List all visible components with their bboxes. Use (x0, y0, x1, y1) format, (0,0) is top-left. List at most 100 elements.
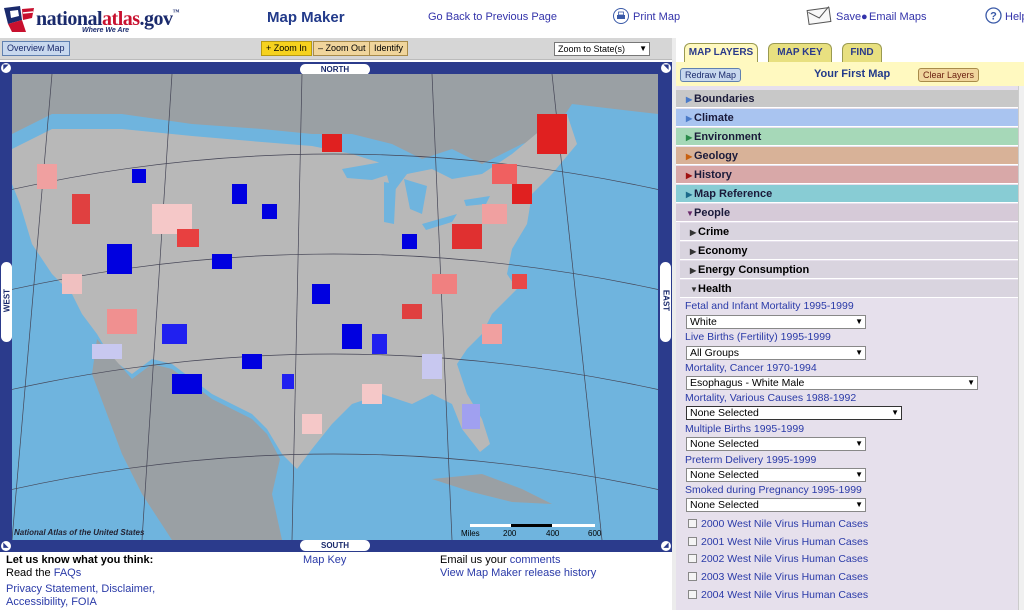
help-link[interactable]: Help (1005, 11, 1024, 23)
select-value: White (690, 316, 717, 328)
redraw-map-button[interactable]: Redraw Map (680, 68, 742, 82)
preterm-delivery-select[interactable]: None Selected ▼ (686, 468, 866, 482)
email-maps-link[interactable]: Email Maps (869, 11, 926, 23)
subcategory-crime[interactable]: ▶ Crime (680, 223, 1018, 241)
panel-scrollbar[interactable] (1018, 86, 1024, 610)
select-value: None Selected (690, 499, 759, 511)
checkbox-label: 2003 West Nile Virus Human Cases (701, 571, 869, 583)
west-nile-2003-checkbox[interactable]: 2003 West Nile Virus Human Cases (688, 571, 868, 583)
subcategory-health[interactable]: ▼Health (680, 280, 1018, 298)
help-icon[interactable]: ? (985, 7, 1002, 24)
smoked-pregnancy-select[interactable]: None Selected ▼ (686, 498, 866, 512)
chevron-down-icon: ▼ (855, 500, 863, 509)
category-geology[interactable]: ▶ Geology (676, 147, 1018, 165)
category-label: Climate (694, 112, 734, 124)
bullet-separator: ● (861, 11, 868, 23)
nationalatlas-logo[interactable]: nationalatlas.gov™ Where We Are (2, 2, 182, 36)
zoom-out-button[interactable]: – Zoom Out (313, 41, 371, 56)
multiple-births-select[interactable]: None Selected ▼ (686, 437, 866, 451)
email-comments-line: Email us your comments (440, 554, 560, 566)
scale-tick-600: 600 (588, 529, 602, 538)
save-link[interactable]: Save (836, 11, 861, 23)
release-history-link[interactable]: View Map Maker release history (440, 567, 596, 579)
fetal-infant-mortality-label: Fetal and Infant Mortality 1995-1999 (685, 300, 854, 312)
subcategory-label: Crime (698, 226, 730, 238)
fetal-infant-mortality-select[interactable]: White ▼ (686, 315, 866, 329)
zoom-in-button[interactable]: + Zoom In (261, 41, 312, 56)
pan-southeast-button[interactable]: ◢ (661, 541, 671, 551)
layer-list: ▶ Boundaries ▶ Climate ▶ Environment ▶ Geolo… (676, 86, 1018, 610)
checkbox-box[interactable] (688, 537, 697, 546)
mortality-various-select[interactable]: None Selected ▼ (686, 406, 902, 420)
live-births-select[interactable]: All Groups ▼ (686, 346, 866, 360)
category-boundaries[interactable]: ▶ Boundaries (676, 90, 1018, 108)
accessibility-link[interactable]: Accessibility, FOIA (6, 596, 97, 608)
category-environment[interactable]: ▶ Environment (676, 128, 1018, 146)
live-births-label: Live Births (Fertility) 1995-1999 (685, 331, 831, 343)
category-label: Boundaries (694, 93, 755, 105)
west-nile-2000-checkbox[interactable]: 2000 West Nile Virus Human Cases (688, 518, 868, 530)
tab-map-key[interactable]: MAP KEY (768, 43, 832, 62)
select-value: None Selected (690, 469, 759, 481)
checkbox-box[interactable] (688, 572, 697, 581)
select-value: None Selected (690, 438, 759, 450)
mortality-various-label: Mortality, Various Causes 1988-1992 (685, 392, 857, 404)
checkbox-box[interactable] (688, 590, 697, 599)
select-value: Esophagus - White Male (690, 377, 805, 389)
mortality-cancer-select[interactable]: Esophagus - White Male ▼ (686, 376, 978, 390)
pan-east-button[interactable]: EAST (660, 262, 671, 342)
category-people[interactable]: ▼People (676, 204, 1018, 222)
caret-right-icon: ▶ (686, 133, 693, 142)
subcategory-energy-consumption[interactable]: ▶ Energy Consumption (680, 261, 1018, 279)
category-climate[interactable]: ▶ Climate (676, 109, 1018, 127)
identify-button[interactable]: Identify (369, 41, 409, 56)
west-nile-2001-checkbox[interactable]: 2001 West Nile Virus Human Cases (688, 536, 868, 548)
caret-down-icon: ▼ (690, 285, 698, 294)
printer-icon[interactable] (613, 8, 629, 24)
flag-logo-icon (4, 6, 34, 32)
privacy-link[interactable]: Privacy Statement, Disclaimer, (6, 583, 155, 595)
comments-link[interactable]: comments (510, 554, 561, 566)
checkbox-label: 2001 West Nile Virus Human Cases (701, 536, 869, 548)
category-map-reference[interactable]: ▶ Map Reference (676, 185, 1018, 203)
map-key-link[interactable]: Map Key (303, 554, 346, 566)
checkbox-box[interactable] (688, 519, 697, 528)
clear-layers-button[interactable]: Clear Layers (918, 68, 980, 82)
pan-west-button[interactable]: WEST (1, 262, 12, 342)
pan-northeast-button[interactable]: ◥ (661, 63, 671, 73)
category-label: Map Reference (694, 188, 773, 200)
envelope-icon[interactable] (806, 6, 834, 26)
chevron-down-icon: ▼ (967, 378, 975, 387)
category-label: Geology (694, 150, 739, 162)
category-label: History (694, 169, 732, 181)
faqs-link[interactable]: FAQs (54, 567, 82, 579)
panel-header: Redraw Map Your First Map Clear Layers (676, 62, 1024, 86)
checkbox-box[interactable] (688, 554, 697, 563)
pan-southwest-button[interactable]: ◣ (1, 541, 11, 551)
category-label: Environment (694, 131, 762, 143)
category-history[interactable]: ▶ History (676, 166, 1018, 184)
west-nile-2002-checkbox[interactable]: 2002 West Nile Virus Human Cases (688, 553, 868, 565)
subcategory-label: Health (698, 283, 732, 295)
lake-michigan (384, 182, 396, 224)
map-canvas[interactable]: National Atlas of the United States Mile… (12, 74, 658, 540)
chevron-down-icon: ▼ (855, 470, 863, 479)
zoom-to-select[interactable]: Zoom to State(s) ▼ (554, 42, 650, 56)
multiple-births-label: Multiple Births 1995-1999 (685, 423, 805, 435)
scale-tick-200: 200 (503, 529, 517, 538)
pan-south-button[interactable]: SOUTH (300, 540, 370, 551)
tab-find[interactable]: FIND (842, 43, 882, 62)
panel-tabs: MAP LAYERS MAP KEY FIND (676, 38, 1024, 62)
tab-map-layers[interactable]: MAP LAYERS (684, 43, 758, 62)
map-toolbar: Overview Map + Zoom In – Zoom Out Identi… (0, 38, 672, 60)
header: nationalatlas.gov™ Where We Are Map Make… (0, 0, 1024, 38)
print-map-link[interactable]: Print Map (633, 11, 680, 23)
pan-northwest-button[interactable]: ◤ (1, 63, 11, 73)
caret-right-icon: ▶ (690, 266, 697, 275)
west-nile-2004-checkbox[interactable]: 2004 West Nile Virus Human Cases (688, 589, 868, 601)
chevron-down-icon: ▼ (891, 408, 899, 417)
overview-map-button[interactable]: Overview Map (2, 41, 70, 56)
subcategory-economy[interactable]: ▶ Economy (680, 242, 1018, 260)
go-back-link[interactable]: Go Back to Previous Page (428, 11, 557, 23)
select-value: All Groups (690, 347, 740, 359)
